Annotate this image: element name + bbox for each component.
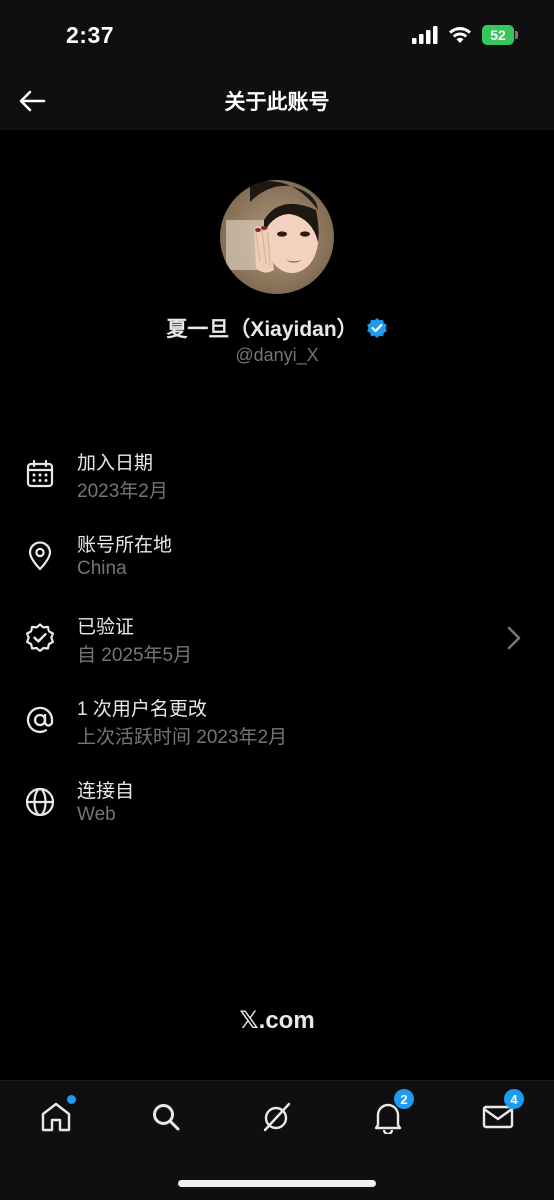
- info-item-connected-via: 连接自 Web: [0, 772, 554, 854]
- battery-indicator: 52: [482, 25, 518, 45]
- info-label: 加入日期: [77, 453, 154, 474]
- nav-bar: 关于此账号: [0, 72, 554, 130]
- tab-messages[interactable]: 4: [476, 1089, 524, 1139]
- tab-search[interactable]: [144, 1095, 188, 1139]
- username-handle: @danyi_X: [235, 345, 319, 365]
- status-bar: 2:37 52: [0, 0, 554, 72]
- status-time: 2:37: [66, 22, 115, 48]
- verified-check-icon: [366, 318, 387, 338]
- info-value: 自 2025年5月: [77, 645, 193, 666]
- globe-icon: [24, 786, 56, 818]
- info-item-join-date: 加入日期 2023年2月: [0, 444, 554, 526]
- info-value: China: [77, 558, 127, 579]
- info-value: 上次活跃时间 2023年2月: [77, 727, 288, 748]
- battery-level: 52: [490, 27, 506, 43]
- chevron-right-icon: [507, 626, 521, 650]
- cellular-signal-icon: [412, 26, 438, 44]
- info-label: 已验证: [77, 617, 135, 638]
- display-name-row: 夏一旦（Xiayidan）: [0, 313, 554, 343]
- info-item-username-changes: 1 次用户名更改 上次活跃时间 2023年2月: [0, 690, 554, 772]
- notifications-badge: 2: [394, 1089, 414, 1109]
- home-icon: [41, 1102, 71, 1132]
- info-item-verified[interactable]: 已验证 自 2025年5月: [0, 608, 554, 690]
- avatar-image: [220, 180, 334, 294]
- calendar-icon: [24, 458, 56, 490]
- account-info-list: 加入日期 2023年2月 账号所在地 China 已验证 自 2025年5月 1…: [0, 444, 554, 854]
- search-icon: [153, 1104, 180, 1131]
- home-notification-dot: [67, 1095, 76, 1104]
- location-pin-icon: [24, 540, 56, 572]
- status-icons: 52: [412, 25, 518, 45]
- grok-icon: [263, 1102, 291, 1132]
- info-label: 1 次用户名更改: [77, 699, 207, 720]
- info-item-location: 账号所在地 China: [0, 526, 554, 608]
- home-indicator[interactable]: [178, 1180, 376, 1187]
- verified-badge-icon: [24, 622, 56, 654]
- wifi-icon: [449, 27, 471, 43]
- tab-notifications[interactable]: 2: [366, 1089, 414, 1139]
- page-title: 关于此账号: [224, 91, 330, 114]
- at-sign-icon: [24, 704, 56, 736]
- info-value: 2023年2月: [77, 481, 168, 502]
- x-com-logo[interactable]: 𝕏.com: [0, 1006, 554, 1035]
- tab-grok[interactable]: [255, 1095, 299, 1139]
- avatar[interactable]: [220, 180, 334, 294]
- info-label: 账号所在地: [77, 535, 173, 556]
- info-value: Web: [77, 804, 116, 825]
- display-name: 夏一旦（Xiayidan）: [166, 318, 358, 341]
- messages-badge: 4: [504, 1089, 524, 1109]
- tab-home[interactable]: [34, 1095, 78, 1139]
- info-label: 连接自: [77, 781, 135, 802]
